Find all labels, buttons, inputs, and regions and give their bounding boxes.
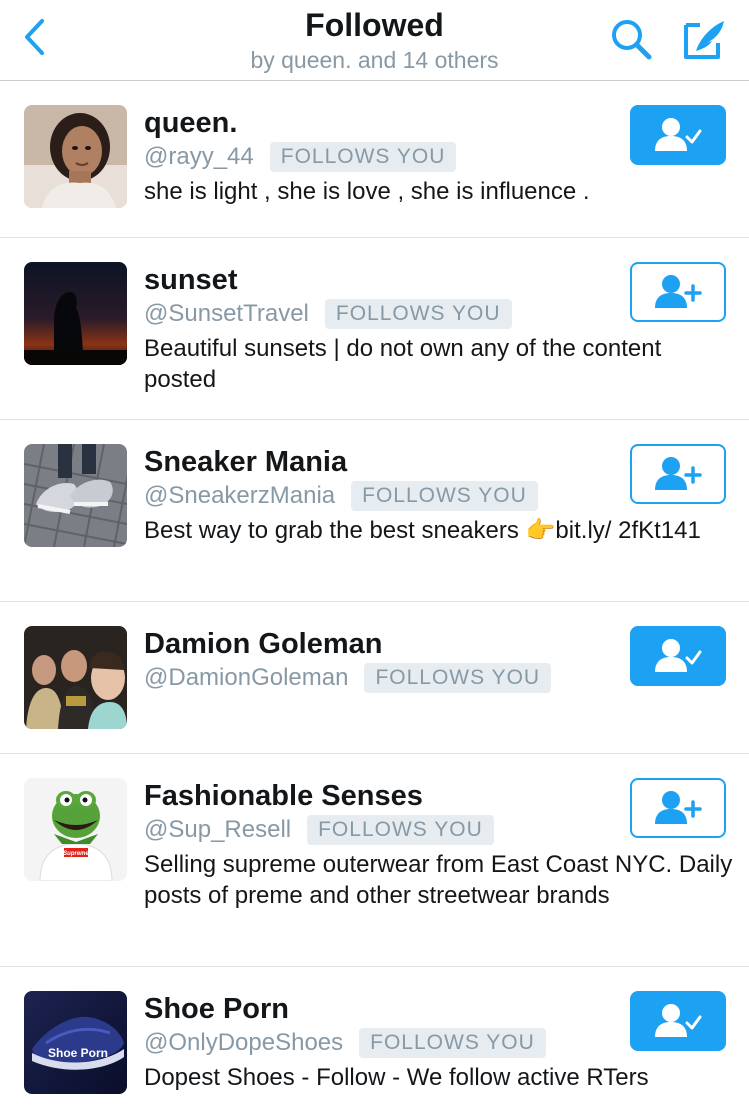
person-check-icon bbox=[655, 1004, 702, 1037]
handle-line: @rayy_44 FOLLOWS YOU bbox=[144, 141, 614, 173]
user-handle: @rayy_44 bbox=[144, 143, 254, 170]
follows-you-badge: FOLLOWS YOU bbox=[324, 299, 512, 329]
user-info: Sneaker Mania @SneakerzMania FOLLOWS YOU… bbox=[144, 444, 701, 546]
user-bio: Best way to grab the best sneakers 👉bit.… bbox=[144, 517, 701, 544]
user-info: Fashionable Senses @Sup_Resell FOLLOWS Y… bbox=[144, 778, 732, 911]
following-button[interactable] bbox=[630, 105, 726, 165]
user-row[interactable]: Supreme Fashionable Senses @Sup_Resell F… bbox=[0, 754, 749, 967]
user-name: Shoe Porn bbox=[144, 993, 290, 1025]
avatar[interactable] bbox=[24, 444, 127, 547]
handle-line: @OnlyDopeShoes FOLLOWS YOU bbox=[144, 1027, 614, 1059]
user-list: queen. @rayy_44 FOLLOWS YOU she is light… bbox=[0, 81, 749, 1112]
user-name: queen. bbox=[144, 107, 238, 139]
person-check-icon bbox=[655, 118, 702, 151]
person-add-icon bbox=[655, 791, 702, 824]
follows-you-badge: FOLLOWS YOU bbox=[351, 481, 538, 511]
user-info: sunset @SunsetTravel FOLLOWS YOU Beautif… bbox=[144, 262, 661, 395]
user-info: Shoe Porn @OnlyDopeShoes FOLLOWS YOU Dop… bbox=[144, 991, 649, 1093]
user-row[interactable]: Damion Goleman @DamionGoleman FOLLOWS YO… bbox=[0, 602, 749, 754]
user-handle: @SneakerzMania bbox=[144, 482, 336, 509]
user-name: Sneaker Mania bbox=[144, 446, 348, 478]
following-button[interactable] bbox=[630, 991, 726, 1051]
user-row[interactable]: Shoe Porn Shoe Porn @OnlyDopeShoes FOLLO… bbox=[0, 967, 749, 1112]
handle-line: @SneakerzMania FOLLOWS YOU bbox=[144, 480, 614, 512]
follow-button[interactable] bbox=[630, 778, 726, 838]
following-button[interactable] bbox=[630, 626, 726, 686]
user-name: sunset bbox=[144, 264, 238, 296]
avatar[interactable]: Supreme bbox=[24, 778, 127, 881]
compose-icon bbox=[684, 21, 724, 59]
person-add-icon bbox=[655, 275, 702, 308]
supreme-logo-text: Supreme bbox=[63, 851, 89, 857]
nav-header: Followed by queen. and 14 others bbox=[0, 0, 749, 81]
user-bio: she is light , she is love , she is infl… bbox=[144, 178, 590, 205]
avatar[interactable]: Shoe Porn bbox=[24, 991, 127, 1094]
header-title-group: Followed by queen. and 14 others bbox=[150, 6, 599, 74]
user-name: Damion Goleman bbox=[144, 628, 383, 660]
search-icon bbox=[612, 20, 652, 60]
follow-button[interactable] bbox=[630, 444, 726, 504]
user-handle: @Sup_Resell bbox=[144, 816, 292, 843]
avatar[interactable] bbox=[24, 105, 127, 208]
search-button[interactable] bbox=[606, 14, 656, 64]
person-check-icon bbox=[655, 639, 702, 672]
user-row[interactable]: queen. @rayy_44 FOLLOWS YOU she is light… bbox=[0, 81, 749, 238]
shoe-porn-logo-text: Shoe Porn bbox=[48, 1046, 108, 1060]
handle-line: @SunsetTravel FOLLOWS YOU bbox=[144, 298, 614, 330]
back-button[interactable] bbox=[14, 14, 54, 60]
follows-you-badge: FOLLOWS YOU bbox=[359, 1028, 546, 1058]
user-row[interactable]: Sneaker Mania @SneakerzMania FOLLOWS YOU… bbox=[0, 420, 749, 602]
user-handle: @DamionGoleman bbox=[144, 664, 349, 691]
user-handle: @OnlyDopeShoes bbox=[144, 1029, 344, 1056]
user-bio: Selling supreme outerwear from East Coas… bbox=[144, 851, 733, 909]
user-bio: Beautiful sunsets | do not own any of th… bbox=[144, 335, 662, 393]
follows-you-badge: FOLLOWS YOU bbox=[307, 815, 494, 845]
user-bio: Dopest Shoes - Follow - We follow active… bbox=[144, 1064, 649, 1091]
follows-you-badge: FOLLOWS YOU bbox=[364, 663, 552, 693]
avatar[interactable] bbox=[24, 626, 127, 729]
user-row[interactable]: sunset @SunsetTravel FOLLOWS YOU Beautif… bbox=[0, 238, 749, 420]
user-info: Damion Goleman @DamionGoleman FOLLOWS YO… bbox=[144, 626, 614, 694]
user-name: Fashionable Senses bbox=[144, 780, 423, 812]
person-add-icon bbox=[655, 457, 702, 490]
follow-button[interactable] bbox=[630, 262, 726, 322]
user-handle: @SunsetTravel bbox=[144, 300, 309, 327]
chevron-left-icon bbox=[25, 19, 44, 55]
user-info: queen. @rayy_44 FOLLOWS YOU she is light… bbox=[144, 105, 614, 207]
page-title: Followed bbox=[305, 7, 444, 43]
page-subtitle: by queen. and 14 others bbox=[250, 47, 499, 73]
follows-you-badge: FOLLOWS YOU bbox=[269, 142, 457, 172]
avatar[interactable] bbox=[24, 262, 127, 365]
handle-line: @Sup_Resell FOLLOWS YOU bbox=[144, 814, 614, 846]
compose-button[interactable] bbox=[680, 14, 730, 64]
handle-line: @DamionGoleman FOLLOWS YOU bbox=[144, 662, 614, 694]
